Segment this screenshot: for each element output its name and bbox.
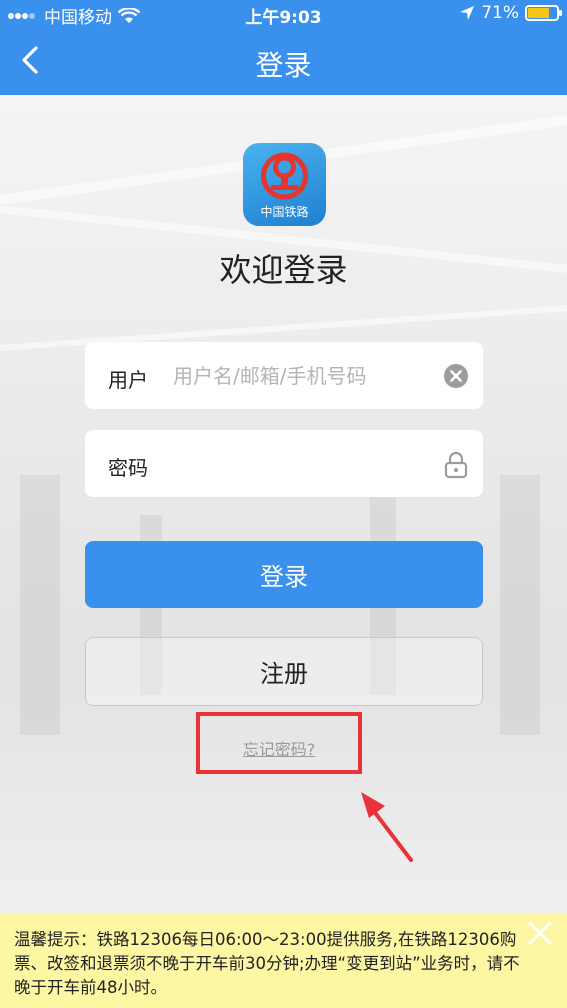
- status-bar: 中国移动 上午9:03 71%: [0, 0, 567, 28]
- lock-icon[interactable]: [443, 451, 469, 479]
- welcome-heading: 欢迎登录: [219, 251, 348, 289]
- password-label: 密码: [108, 456, 148, 480]
- nav-bar: 登录: [0, 26, 567, 95]
- logo-label: 中国铁路: [260, 205, 309, 219]
- username-field: 用户: [85, 342, 483, 409]
- notice-banner: 温馨提示：铁路12306每日06:00～23:00提供服务,在铁路12306购票…: [0, 913, 567, 1008]
- china-railway-logo-icon: 中国铁路: [243, 143, 326, 226]
- register-button[interactable]: 注册: [85, 637, 483, 706]
- railway-emblem-icon: [261, 152, 308, 200]
- password-input[interactable]: [173, 444, 433, 484]
- notice-text: 温馨提示：铁路12306每日06:00～23:00提供服务,在铁路12306购票…: [14, 930, 520, 997]
- battery-percent: 71%: [481, 3, 519, 23]
- location-arrow-icon: [460, 6, 475, 20]
- username-label: 用户: [108, 368, 148, 392]
- status-right: 71%: [459, 3, 562, 23]
- close-icon[interactable]: [525, 918, 555, 948]
- battery-icon: [525, 5, 562, 21]
- annotation-arrow-icon: [361, 792, 413, 862]
- highlight-box: 忘记密码?: [196, 712, 362, 774]
- battery-fill: [528, 8, 550, 18]
- page-title: 登录: [255, 49, 312, 82]
- clear-circle-icon[interactable]: [443, 363, 469, 389]
- login-button[interactable]: 登录: [85, 541, 483, 608]
- username-input[interactable]: [173, 356, 433, 396]
- password-field: 密码: [85, 430, 483, 497]
- forgot-password-link[interactable]: 忘记密码?: [200, 736, 358, 760]
